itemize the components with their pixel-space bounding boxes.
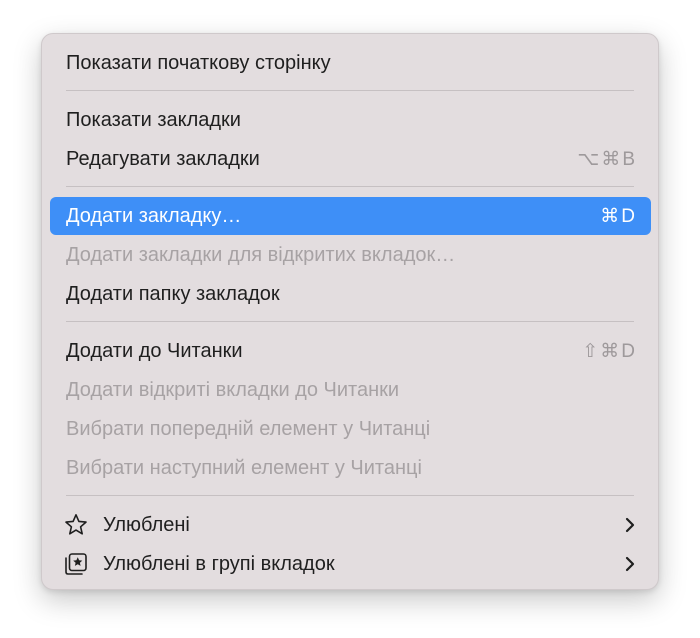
menu-item-label: Улюблені в групі вкладок — [103, 552, 335, 575]
menu-item-label: Додати до Читанки — [66, 339, 243, 362]
menu-item-label: Вибрати попередній елемент у Читанці — [66, 417, 431, 440]
menu-item-tab-group-favorites[interactable]: Улюблені в групі вкладок — [50, 545, 651, 583]
keyboard-shortcut: ⇧⌘D — [582, 340, 637, 362]
menu-item-edit-bookmarks[interactable]: Редагувати закладки ⌥⌘B — [50, 140, 651, 178]
menu-item-label: Вибрати наступний елемент у Читанці — [66, 456, 422, 479]
menu-separator — [66, 321, 634, 322]
menu-separator — [66, 186, 634, 187]
keyboard-shortcut: ⌘D — [600, 205, 637, 227]
menu-item-show-bookmarks[interactable]: Показати закладки — [50, 101, 651, 139]
menu-item-add-bookmark[interactable]: Додати закладку… ⌘D — [50, 197, 651, 235]
menu-separator — [66, 90, 634, 91]
menu-item-add-to-reading-list[interactable]: Додати до Читанки ⇧⌘D — [50, 332, 651, 370]
menu-item-label: Додати закладку… — [66, 204, 242, 227]
menu-item-add-open-tabs-to-reading-list: Додати відкриті вкладки до Читанки — [50, 371, 651, 409]
tab-group-favorites-icon — [63, 551, 89, 577]
menu-item-select-next-reading-list-item: Вибрати наступний елемент у Читанці — [50, 449, 651, 487]
menu-item-label: Додати закладки для відкритих вкладок… — [66, 243, 456, 266]
menu-item-label: Показати закладки — [66, 108, 241, 131]
menu-item-label: Показати початкову сторінку — [66, 51, 331, 74]
menu-item-label: Улюблені — [103, 513, 190, 536]
chevron-right-icon — [623, 554, 637, 574]
menu-item-label: Додати відкриті вкладки до Читанки — [66, 378, 400, 401]
keyboard-shortcut: ⌥⌘B — [577, 148, 637, 170]
bookmarks-menu: Показати початкову сторінку Показати зак… — [41, 33, 659, 590]
menu-item-label: Додати папку закладок — [66, 282, 280, 305]
chevron-right-icon — [623, 515, 637, 535]
menu-item-add-bookmarks-for-open-tabs: Додати закладки для відкритих вкладок… — [50, 236, 651, 274]
menu-item-show-start-page[interactable]: Показати початкову сторінку — [50, 44, 651, 82]
menu-item-favorites[interactable]: Улюблені — [50, 506, 651, 544]
menu-separator — [66, 495, 634, 496]
menu-item-label: Редагувати закладки — [66, 147, 260, 170]
menu-item-add-bookmark-folder[interactable]: Додати папку закладок — [50, 275, 651, 313]
star-icon — [63, 512, 89, 538]
menu-item-select-previous-reading-list-item: Вибрати попередній елемент у Читанці — [50, 410, 651, 448]
